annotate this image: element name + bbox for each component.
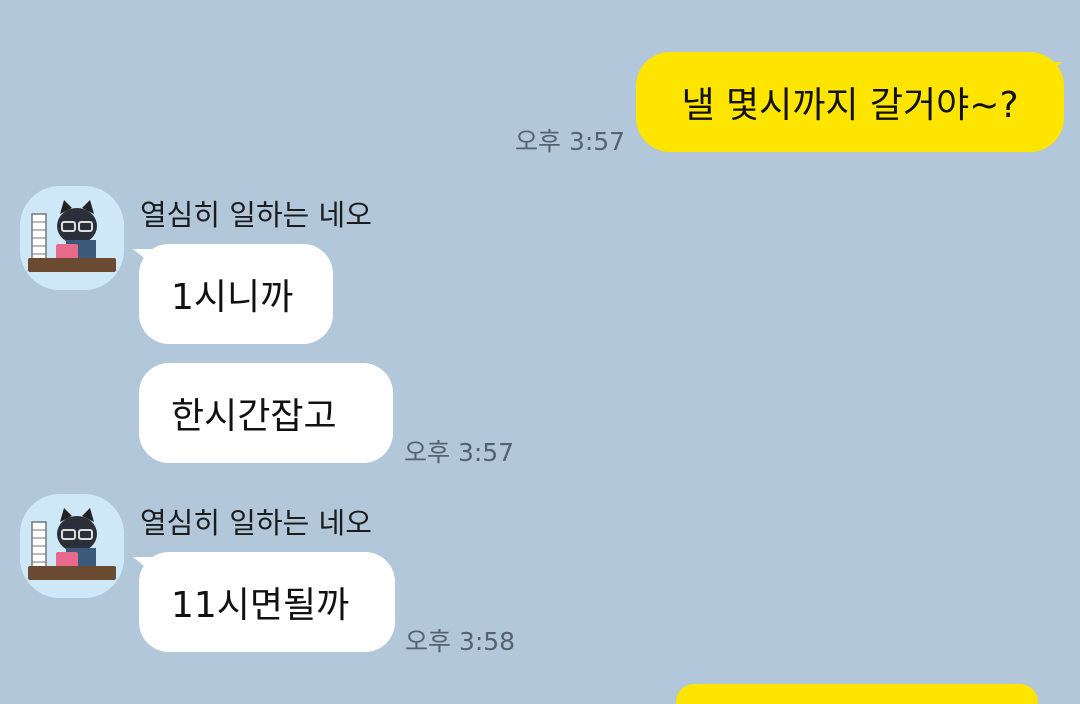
message-text: 11시면될까 bbox=[171, 585, 350, 626]
message-timestamp: 오후 3:57 bbox=[515, 127, 626, 156]
their-message-bubble[interactable]: 11시면될까 bbox=[139, 552, 395, 652]
sender-name: 열심히 일하는 네오 bbox=[140, 198, 372, 232]
my-message-bubble-partial[interactable] bbox=[676, 684, 1038, 704]
message-timestamp: 오후 3:57 bbox=[404, 438, 515, 467]
their-message-bubble[interactable]: 한시간잡고 bbox=[139, 363, 393, 463]
message-text: 낼 몇시까지 갈거야~? bbox=[681, 85, 1019, 126]
neo-working-avatar-icon[interactable] bbox=[20, 494, 124, 598]
my-message-bubble[interactable]: 낼 몇시까지 갈거야~? bbox=[636, 52, 1064, 152]
message-text: 1시니까 bbox=[171, 277, 294, 318]
message-text: 한시간잡고 bbox=[171, 396, 337, 437]
sender-name: 열심히 일하는 네오 bbox=[140, 506, 372, 540]
neo-working-avatar-icon[interactable] bbox=[20, 186, 124, 290]
their-message-bubble[interactable]: 1시니까 bbox=[139, 244, 333, 344]
message-timestamp: 오후 3:58 bbox=[405, 627, 516, 656]
